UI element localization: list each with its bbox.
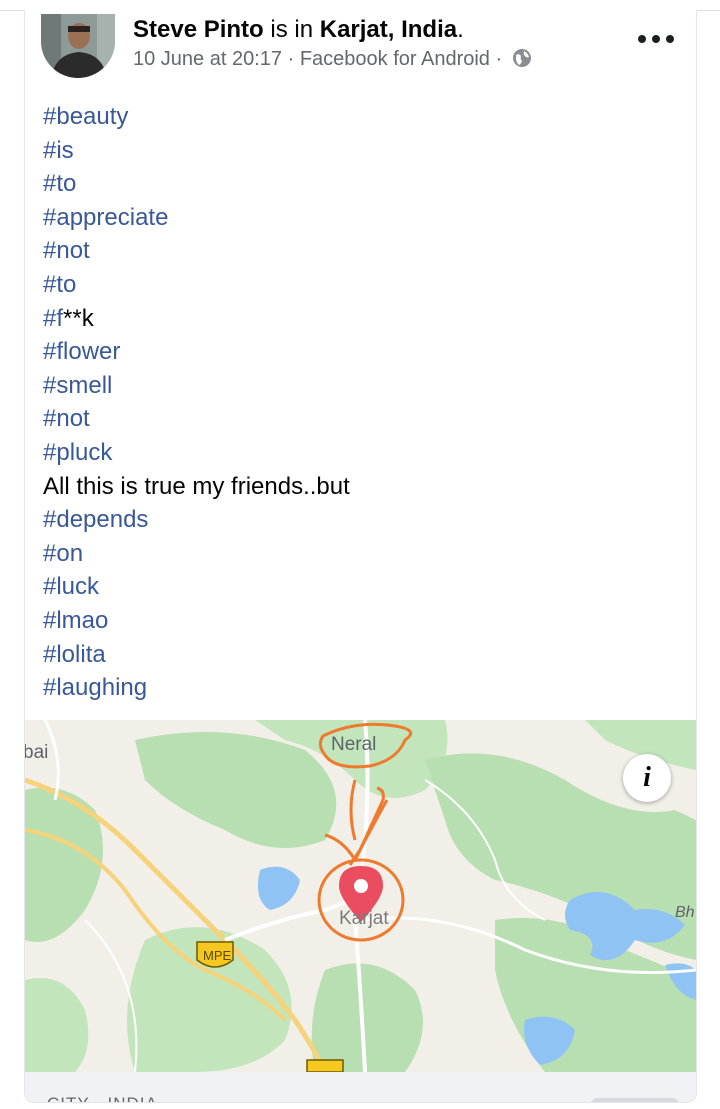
map-footer[interactable]: CITY · INDIA — [25, 1072, 696, 1102]
author-name[interactable]: Steve Pinto — [133, 16, 264, 43]
hashtag-pluck[interactable]: #pluck — [43, 436, 350, 470]
hashtag-not[interactable]: #not — [43, 402, 350, 436]
hashtag-appreciate[interactable]: #appreciate — [43, 201, 350, 235]
more-dot — [666, 35, 674, 43]
hashtag-to[interactable]: #to — [43, 167, 350, 201]
avatar[interactable] — [41, 14, 115, 78]
more-options-button[interactable] — [638, 30, 674, 46]
hashtag-censored[interactable]: #f**k — [43, 302, 350, 336]
hashtag-smell[interactable]: #smell — [43, 369, 350, 403]
hashtag-lmao[interactable]: #lmao — [43, 604, 350, 638]
end-period: . — [457, 16, 464, 43]
hashtag-laughing[interactable]: #laughing — [43, 671, 350, 705]
post-source: Facebook for Android — [299, 48, 490, 70]
highway-label-mpe: MPE — [203, 948, 232, 963]
post-card: Steve Pinto is in Karjat, India. 10 June… — [24, 10, 697, 1103]
footer-location-text: CITY · INDIA — [47, 1094, 158, 1102]
map-label-neral: Neral — [331, 734, 377, 755]
is-in-text: is in — [270, 16, 314, 43]
footer-action-button[interactable] — [590, 1098, 680, 1102]
map-preview[interactable]: bai Neral Karjat MPE Bh i — [25, 720, 696, 1072]
map-label-bh: Bh — [675, 904, 695, 921]
map-label-karjat: Karjat — [339, 908, 389, 929]
post-sentence: All this is true my friends..but — [43, 472, 350, 500]
map-canvas — [25, 720, 696, 1072]
post-date[interactable]: 10 June at 20:17 — [133, 48, 282, 70]
hashtag-beauty[interactable]: #beauty — [43, 100, 350, 134]
hashtag-is[interactable]: #is — [43, 134, 350, 168]
hashtag-not[interactable]: #not — [43, 234, 350, 268]
author-line: Steve Pinto is in Karjat, India. — [133, 16, 464, 44]
hashtag-depends[interactable]: #depends — [43, 503, 350, 537]
hashtag-luck[interactable]: #luck — [43, 570, 350, 604]
map-label-bai: bai — [25, 742, 49, 763]
globe-icon[interactable] — [512, 48, 532, 74]
map-info-button[interactable]: i — [623, 754, 671, 802]
post-text: #beauty #is #to #appreciate #not #to #f*… — [43, 100, 350, 705]
hashtag-lolita[interactable]: #lolita — [43, 638, 350, 672]
meta-separator: · — [495, 48, 503, 70]
hashtag-to[interactable]: #to — [43, 268, 350, 302]
hashtag-flower[interactable]: #flower — [43, 335, 350, 369]
more-dot — [652, 35, 660, 43]
hashtag-on[interactable]: #on — [43, 537, 350, 571]
more-dot — [638, 35, 646, 43]
location-link[interactable]: Karjat, India — [320, 16, 457, 43]
post-meta: 10 June at 20:17 · Facebook for Android … — [133, 48, 532, 74]
meta-separator: · — [287, 48, 295, 70]
